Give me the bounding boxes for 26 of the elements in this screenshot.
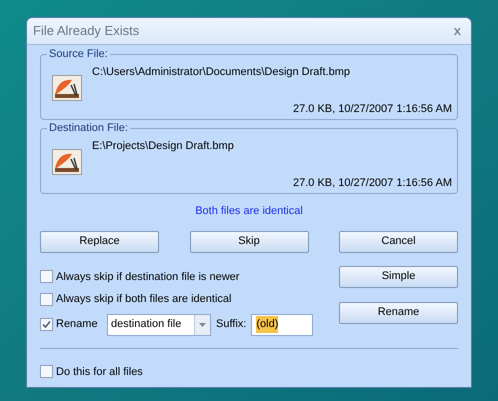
- suffix-field[interactable]: (old): [251, 314, 314, 336]
- dropdown-arrow-icon: [199, 322, 206, 326]
- image-file-icon: [52, 75, 82, 101]
- checkbox[interactable]: [40, 270, 53, 284]
- dialog-button[interactable]: Simple: [339, 266, 458, 288]
- file-info: 27.0 KB, 10/27/2007 1:16:56 AM: [292, 102, 452, 116]
- image-file-icon: [52, 149, 82, 175]
- file-info: 27.0 KB, 10/27/2007 1:16:56 AM: [292, 176, 452, 190]
- checkbox-label: Always skip if destination file is newer: [56, 270, 240, 284]
- checkbox-label: Do this for all files: [56, 364, 143, 380]
- checkbox[interactable]: [40, 365, 53, 378]
- checkbox-label: Always skip if both files are identical: [56, 292, 232, 307]
- checkbox[interactable]: [40, 318, 53, 331]
- dialog-button[interactable]: Cancel: [339, 230, 458, 252]
- checkbox[interactable]: [40, 292, 53, 306]
- status-text: Both files are identical: [195, 204, 303, 219]
- window-title: File Already Exists: [33, 22, 140, 40]
- dialog-button[interactable]: Rename: [339, 302, 458, 324]
- checkmark-icon: [42, 320, 51, 329]
- suffix-label: Suffix:: [216, 317, 246, 332]
- target-dropdown[interactable]: destination file: [107, 314, 211, 336]
- file-path: E:\Projects\Design Draft.bmp: [92, 139, 235, 154]
- dialog-button[interactable]: Skip: [190, 230, 308, 252]
- file-path: C:\Users\Administrator\Documents\Design Draft.bmp: [92, 65, 351, 80]
- checkbox-label: Rename: [56, 317, 99, 332]
- dialog-button[interactable]: Replace: [40, 230, 159, 252]
